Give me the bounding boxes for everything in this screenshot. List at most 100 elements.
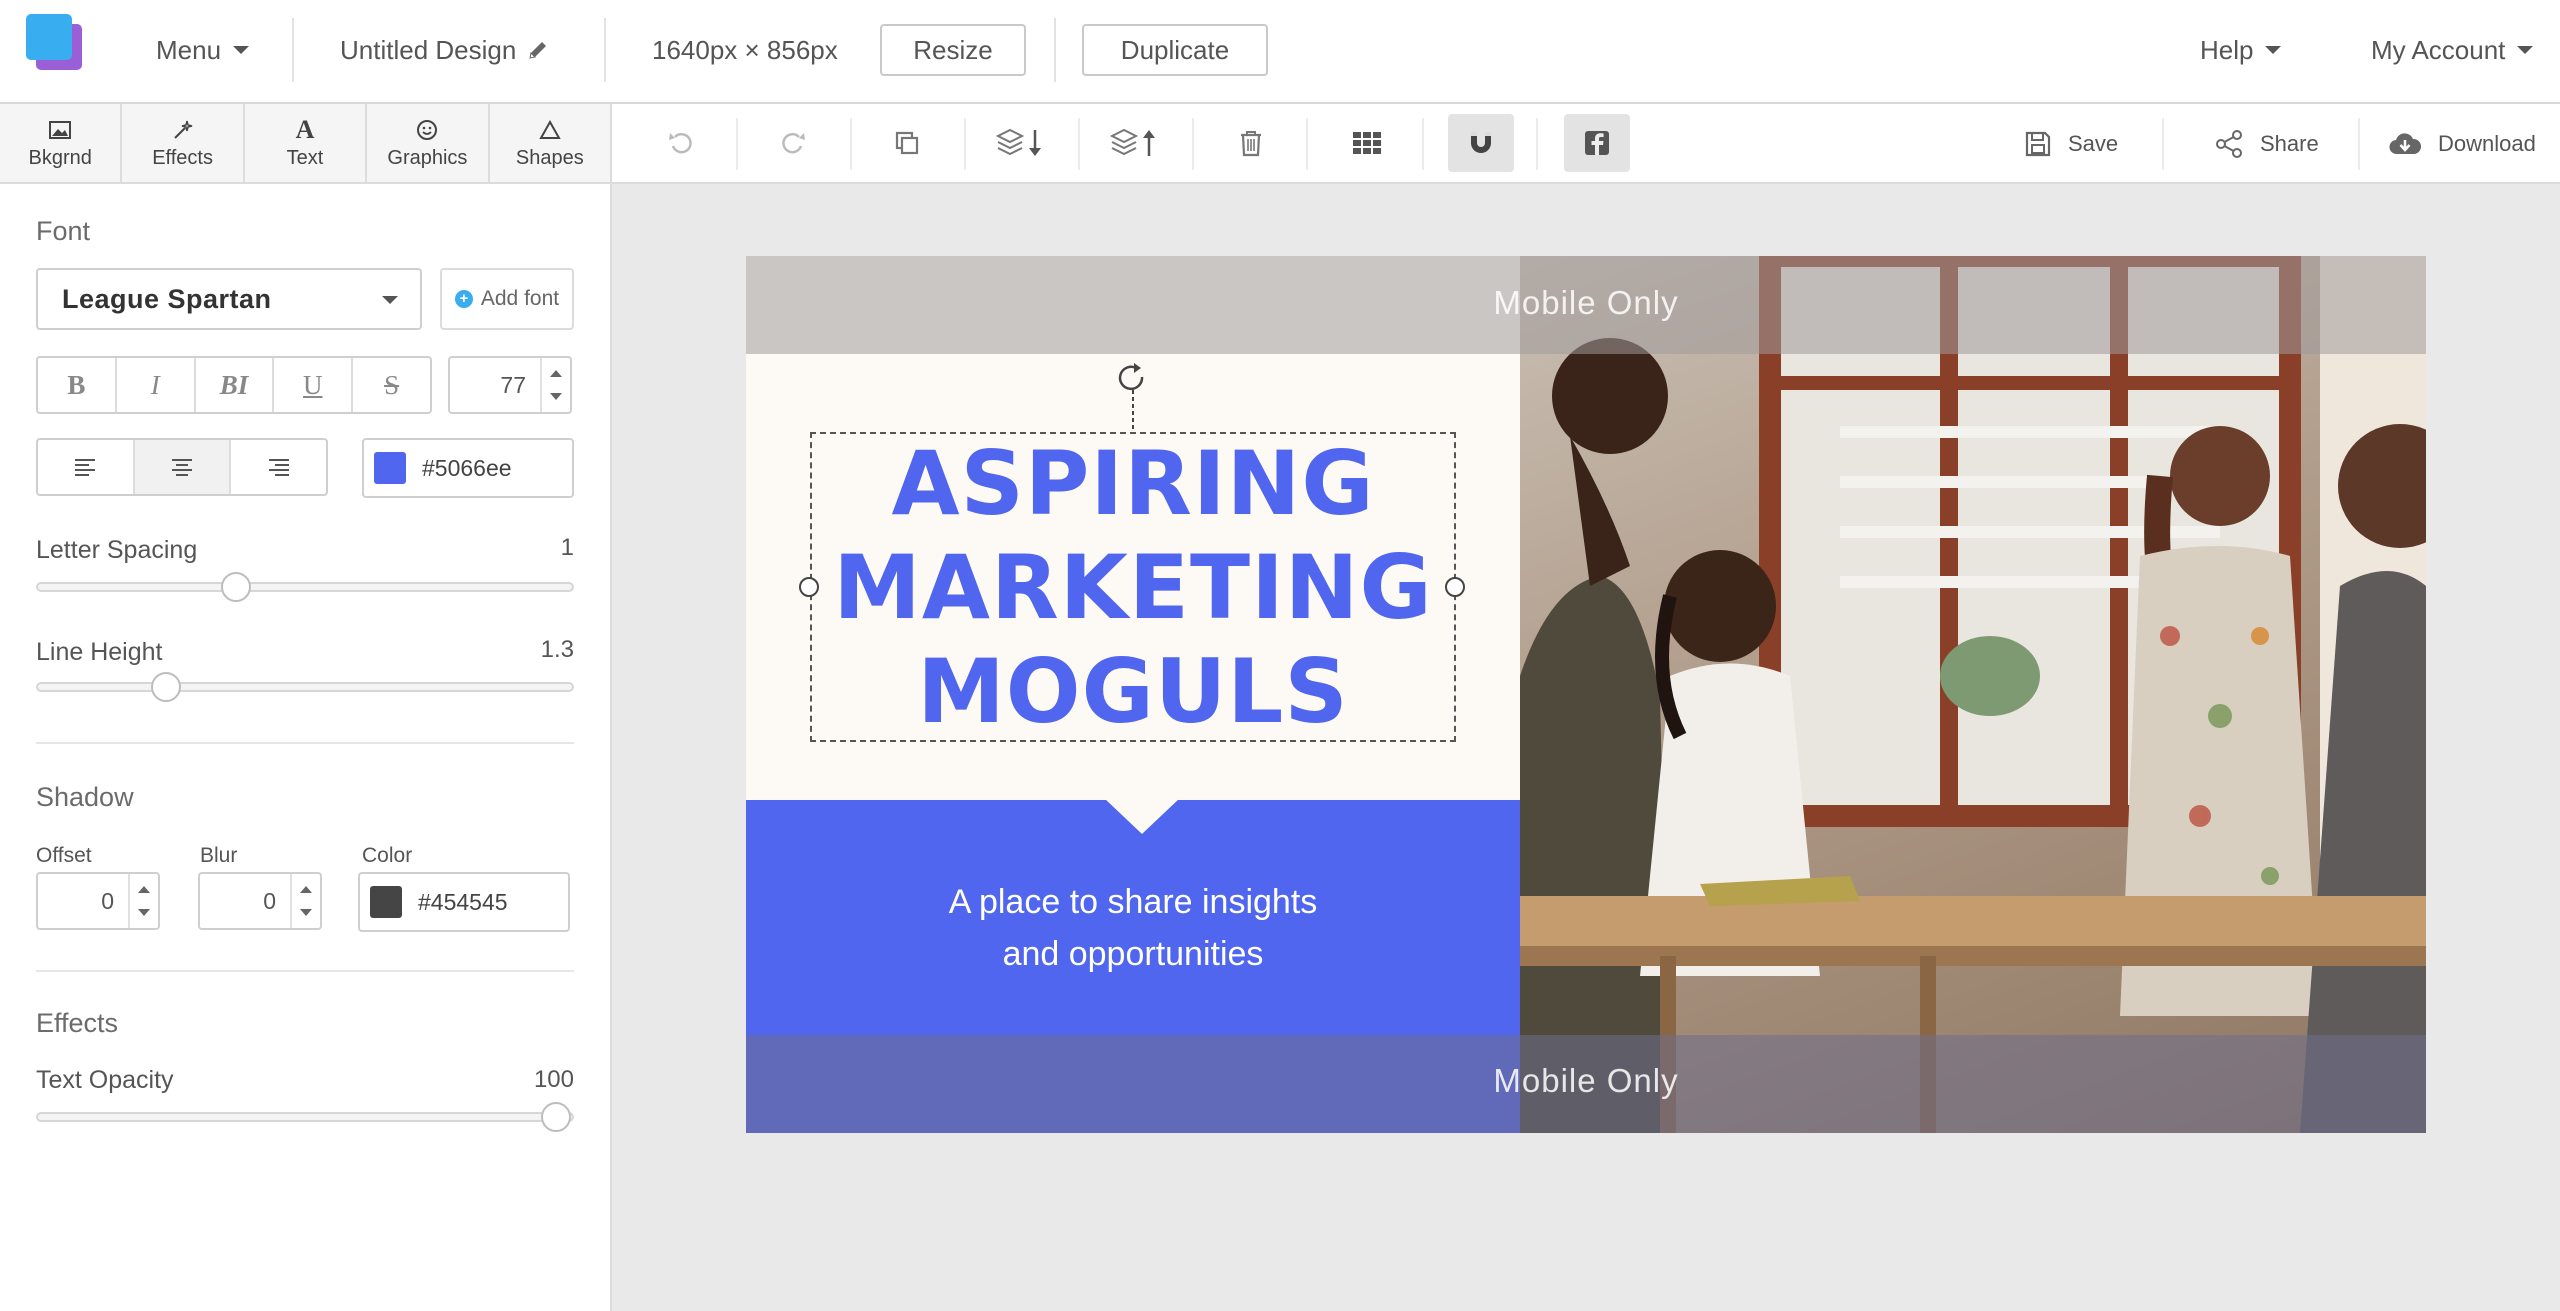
tab-label: Effects: [152, 146, 213, 169]
resize-button[interactable]: Resize: [880, 24, 1026, 76]
letter-spacing-label: Letter Spacing: [36, 536, 198, 564]
subline-line: A place to share insights: [948, 883, 1318, 921]
delete-button[interactable]: [1218, 114, 1284, 172]
shadow-offset-label: Offset: [36, 844, 92, 867]
font-size-stepper[interactable]: 77: [448, 356, 572, 414]
help-label: Help: [2200, 34, 2254, 65]
add-font-label: Add font: [480, 287, 560, 310]
text-color-field[interactable]: #5066ee: [362, 438, 574, 498]
align-center-icon: [172, 459, 192, 476]
shadow-color-field[interactable]: #454545: [358, 872, 570, 932]
arrow-down-icon[interactable]: [138, 909, 150, 916]
resize-handle-left[interactable]: [799, 577, 819, 597]
text-opacity-slider[interactable]: [36, 1102, 574, 1132]
arrow-up-icon[interactable]: [138, 886, 150, 893]
grid-button[interactable]: [1334, 114, 1400, 172]
rotate-handle[interactable]: [1114, 360, 1152, 432]
editor-toolbar: Save Share Download: [612, 104, 2560, 184]
help-dropdown[interactable]: Help: [2200, 0, 2282, 100]
redo-button[interactable]: [760, 114, 826, 172]
stepper-arrows[interactable]: [290, 874, 320, 928]
line-height-slider[interactable]: [36, 672, 574, 702]
align-center-button[interactable]: [134, 440, 232, 494]
app-logo[interactable]: [26, 14, 86, 72]
send-backward-button[interactable]: [988, 114, 1054, 172]
divider: [1306, 118, 1308, 170]
arrow-up-icon[interactable]: [300, 886, 312, 893]
chevron-down-icon: [2265, 46, 2282, 54]
align-right-icon: [268, 459, 289, 476]
align-left-button[interactable]: [38, 440, 135, 494]
grid-icon: [1353, 132, 1381, 154]
save-label: Save: [2068, 131, 2119, 156]
chevron-down-icon: [233, 46, 250, 54]
shadow-blur-stepper[interactable]: 0: [198, 872, 322, 930]
undo-button[interactable]: [648, 114, 714, 172]
share-icon: [2216, 130, 2242, 158]
line-height-label: Line Height: [36, 638, 163, 666]
text-color-swatch[interactable]: [374, 452, 406, 484]
download-button[interactable]: Download: [2388, 104, 2536, 184]
italic-button[interactable]: I: [117, 358, 196, 412]
tab-bkgrnd[interactable]: Bkgrnd: [0, 104, 123, 182]
menu-label: Menu: [156, 34, 222, 65]
align-left-icon: [75, 459, 96, 476]
font-size-value: 77: [500, 372, 526, 398]
top-bar: Menu Untitled Design 1640px × 856px Resi…: [0, 0, 2560, 104]
resize-handle-right[interactable]: [1445, 577, 1465, 597]
slider-handle[interactable]: [220, 572, 251, 602]
shadow-section-title: Shadow: [36, 782, 134, 812]
save-button[interactable]: Save: [2024, 104, 2118, 184]
slider-handle[interactable]: [151, 672, 182, 702]
arrow-down-icon[interactable]: [550, 393, 562, 400]
share-button[interactable]: Share: [2214, 104, 2319, 184]
share-label: Share: [2260, 131, 2319, 156]
font-family-select[interactable]: League Spartan: [36, 268, 422, 330]
save-icon: [2025, 131, 2051, 157]
stepper-arrows[interactable]: [540, 358, 570, 412]
strikethrough-button[interactable]: S: [353, 358, 430, 412]
tab-effects[interactable]: Effects: [122, 104, 245, 182]
triangle-icon: [539, 119, 561, 139]
stepper-arrows[interactable]: [128, 874, 158, 928]
design-title-text: Untitled Design: [340, 34, 517, 65]
tab-graphics[interactable]: Graphics: [367, 104, 490, 182]
background-photo[interactable]: [1520, 256, 2426, 1133]
subline-text[interactable]: A place to share insights and opportunit…: [806, 876, 1460, 980]
cloud-download-icon: [2389, 133, 2422, 155]
divider: [604, 18, 606, 82]
letter-spacing-slider[interactable]: [36, 572, 574, 602]
underline-button[interactable]: U: [274, 358, 354, 412]
line-height-value: 1.3: [540, 636, 574, 663]
shadow-offset-value: 0: [101, 888, 114, 914]
divider: [964, 118, 966, 170]
menu-dropdown[interactable]: Menu: [156, 0, 250, 100]
tab-text[interactable]: A Text: [244, 104, 368, 182]
divider: [2358, 118, 2360, 170]
undo-icon: [669, 132, 692, 154]
arrow-up-icon[interactable]: [550, 370, 562, 377]
add-font-button[interactable]: + Add font: [440, 268, 574, 330]
bold-button[interactable]: B: [38, 358, 117, 412]
left-panel: Bkgrnd Effects A Text Graphics Shapes Fo…: [0, 104, 612, 1311]
account-label: My Account: [2371, 34, 2506, 65]
shadow-blur-label: Blur: [200, 844, 238, 867]
copy-button[interactable]: [874, 114, 940, 172]
arrow-down-icon[interactable]: [300, 909, 312, 916]
magic-wand-icon: [173, 120, 192, 139]
facebook-button[interactable]: [1564, 114, 1630, 172]
shadow-color-swatch[interactable]: [370, 886, 402, 918]
shadow-offset-stepper[interactable]: 0: [36, 872, 160, 930]
snap-magnet-button[interactable]: [1448, 114, 1514, 172]
design-title[interactable]: Untitled Design: [340, 0, 550, 100]
bold-italic-button[interactable]: BI: [196, 358, 275, 412]
slider-handle[interactable]: [540, 1102, 571, 1132]
align-right-button[interactable]: [231, 440, 326, 494]
tab-shapes[interactable]: Shapes: [489, 104, 611, 182]
account-dropdown[interactable]: My Account: [2371, 0, 2534, 100]
design-canvas[interactable]: Mobile Only Mobile Only ASPIRING MARKETI…: [746, 256, 2426, 1133]
panel-tabs: Bkgrnd Effects A Text Graphics Shapes: [0, 104, 611, 184]
bring-forward-button[interactable]: [1102, 114, 1168, 172]
duplicate-button[interactable]: Duplicate: [1082, 24, 1268, 76]
divider: [36, 970, 574, 972]
